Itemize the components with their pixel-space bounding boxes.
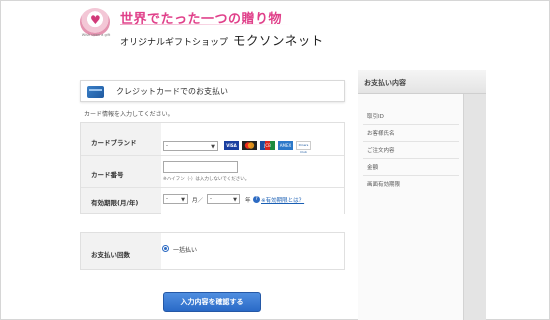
chevron-down-icon: ▼ — [233, 197, 237, 203]
summary-header: お支払い内容 — [358, 70, 486, 94]
summary-title: お支払い内容 — [364, 79, 406, 87]
visa-logo: VISA — [224, 141, 239, 150]
heart-icon: ♥ — [90, 13, 101, 27]
card-brand-select[interactable]: - ▼ — [163, 141, 218, 151]
summary-item-expiry: 画面有効期限 — [367, 182, 401, 188]
shop-logo[interactable]: ♥ Wish upon a gift — [74, 8, 118, 40]
card-number-hint: ※ハイフン（-）は入力しないでください。 — [163, 177, 250, 182]
diners-logo: Diners Club — [296, 141, 311, 154]
credit-card-section-heading: クレジットカードでのお支払い — [80, 80, 345, 102]
expiry-year-selected: - — [210, 196, 212, 202]
expiry-help-link[interactable]: ※有効期限とは？ — [261, 196, 304, 204]
payment-summary-sidebar: お支払い内容 取引ID お客様氏名 ご注文内容 金額 画面有効期限 — [358, 70, 486, 320]
summary-item-order: ご注文内容 — [367, 148, 395, 154]
chevron-down-icon: ▼ — [181, 197, 185, 203]
expiry-label: 有効期限(月/年) — [91, 199, 139, 207]
summary-item-transaction-id: 取引ID — [367, 114, 384, 120]
section-title: クレジットカードでのお支払い — [116, 87, 228, 96]
logo-text: Wish upon a gift — [81, 33, 111, 37]
credit-card-icon — [87, 86, 104, 98]
expiry-field — [161, 188, 344, 215]
year-unit: 年 — [245, 198, 251, 204]
lump-sum-radio[interactable] — [162, 245, 169, 252]
mastercard-logo — [242, 141, 257, 150]
card-number-label: カード番号 — [91, 171, 124, 179]
expiry-month-selected: - — [166, 196, 168, 202]
expiry-year-select[interactable]: - ▼ — [207, 194, 240, 204]
shop-name-main: モクソンネット — [233, 33, 324, 48]
summary-divider — [363, 158, 459, 159]
card-number-input[interactable] — [163, 161, 238, 173]
card-brand-label: カードブランド — [91, 139, 137, 147]
summary-item-amount: 金額 — [367, 165, 379, 171]
mastercard-circles-icon — [244, 142, 255, 149]
confirm-button[interactable]: 入力内容を確認する — [163, 292, 261, 312]
jcb-logo: JCB — [260, 141, 275, 150]
expiry-month-select[interactable]: - ▼ — [163, 194, 188, 204]
card-brand-selected: - — [166, 143, 168, 149]
summary-divider — [363, 141, 459, 142]
amex-logo: AMEX — [278, 141, 293, 150]
tagline-underline — [120, 24, 290, 25]
chevron-down-icon: ▼ — [211, 144, 215, 150]
summary-item-customer-name: お客様氏名 — [367, 131, 395, 137]
card-form-panel: カードブランド カード番号 有効期限(月/年) - ▼ VISA JCB AME… — [80, 122, 345, 215]
payment-count-panel: お支払い回数 — [80, 232, 345, 270]
summary-list: 取引ID お客様氏名 ご注文内容 金額 画面有効期限 — [358, 94, 464, 320]
help-icon: ? — [253, 196, 260, 203]
section-instruction: カード情報を入力してください。 — [84, 111, 174, 118]
shop-name: オリジナルギフトショップ モクソンネット — [120, 30, 324, 49]
summary-divider — [363, 124, 459, 125]
summary-divider — [363, 175, 459, 176]
lump-sum-label[interactable]: 一括払い — [173, 245, 197, 254]
shop-name-sub: オリジナルギフトショップ — [120, 38, 229, 48]
payment-count-label: お支払い回数 — [91, 251, 130, 259]
month-unit: 月／ — [192, 198, 204, 204]
